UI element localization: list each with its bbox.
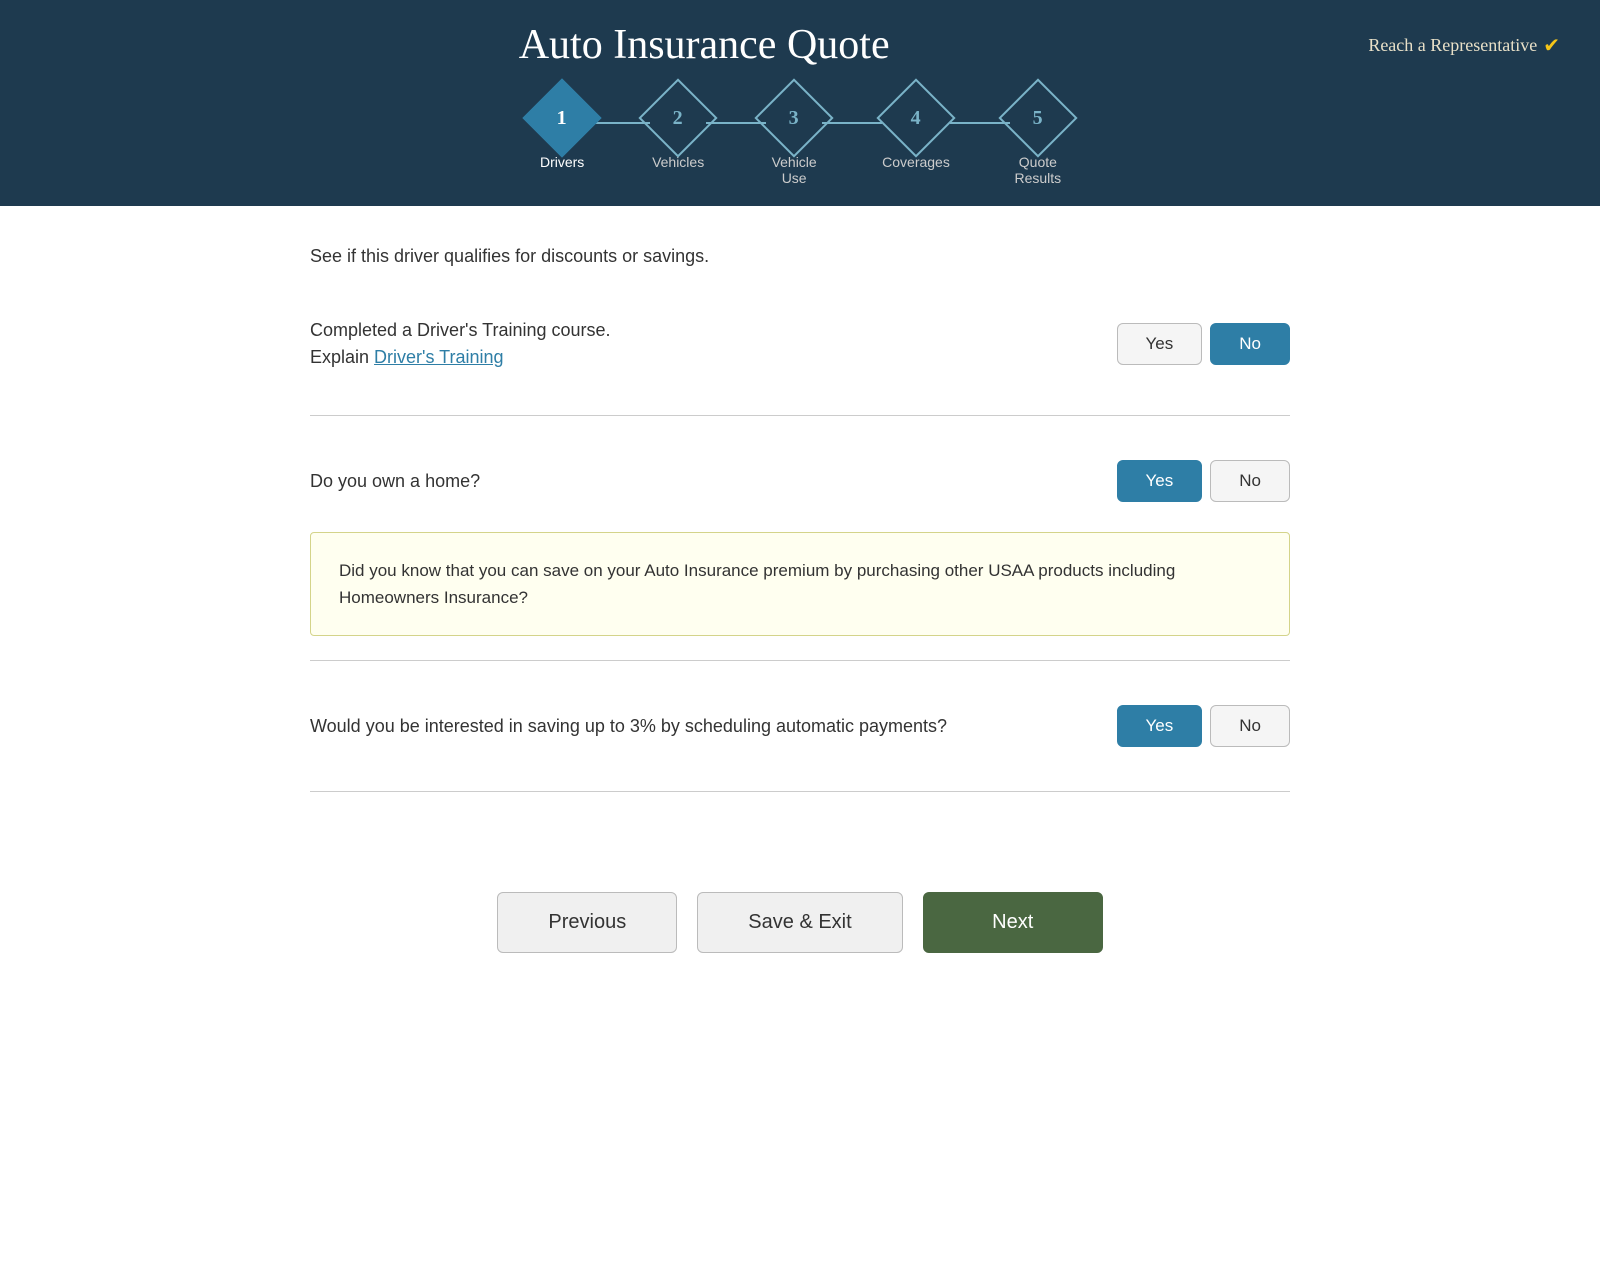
- divider-1: [310, 415, 1290, 416]
- reach-rep-label: Reach a Representative: [1368, 35, 1537, 56]
- question-auto-payments: Would you be interested in saving up to …: [310, 685, 1290, 767]
- btn-group-auto-payments: Yes No: [1117, 705, 1290, 747]
- page-title: Auto Insurance Quote: [40, 21, 1368, 69]
- step-3[interactable]: 3 VehicleUse: [766, 90, 822, 186]
- intro-text: See if this driver qualifies for discoun…: [310, 246, 1290, 267]
- question-text-own-home: Do you own a home?: [310, 468, 1087, 495]
- main-content: See if this driver qualifies for discoun…: [250, 246, 1350, 1013]
- question-own-home: Do you own a home? Yes No: [310, 440, 1290, 522]
- btn-group-own-home: Yes No: [1117, 460, 1290, 502]
- step-5[interactable]: 5 QuoteResults: [1010, 90, 1066, 186]
- step-connector-4: [950, 122, 1010, 124]
- save-exit-button[interactable]: Save & Exit: [697, 892, 902, 953]
- checkmark-icon: ✔: [1543, 33, 1560, 58]
- drivers-training-link[interactable]: Driver's Training: [374, 347, 503, 367]
- step-connector-2: [706, 122, 766, 124]
- drivers-training-yes-button[interactable]: Yes: [1117, 323, 1203, 365]
- steps-bar: 1 Drivers 2 Vehicles 3 VehicleUse 4 Cove…: [0, 90, 1600, 206]
- explain-prefix: Explain: [310, 347, 374, 367]
- step-5-label: QuoteResults: [1015, 154, 1062, 186]
- question-text-auto-payments: Would you be interested in saving up to …: [310, 713, 1087, 740]
- own-home-no-button[interactable]: No: [1210, 460, 1290, 502]
- auto-payments-yes-button[interactable]: Yes: [1117, 705, 1203, 747]
- bottom-nav: Previous Save & Exit Next: [310, 852, 1290, 1013]
- question-text-drivers-training: Completed a Driver's Training course. Ex…: [310, 317, 1087, 371]
- info-box: Did you know that you can save on your A…: [310, 532, 1290, 636]
- divider-3: [310, 791, 1290, 792]
- step-connector-3: [822, 122, 882, 124]
- drivers-training-no-button[interactable]: No: [1210, 323, 1290, 365]
- divider-2: [310, 660, 1290, 661]
- step-connector-1: [590, 122, 650, 124]
- auto-payments-no-button[interactable]: No: [1210, 705, 1290, 747]
- header: Auto Insurance Quote Reach a Representat…: [0, 0, 1600, 90]
- step-2[interactable]: 2 Vehicles: [650, 90, 706, 170]
- own-home-yes-button[interactable]: Yes: [1117, 460, 1203, 502]
- step-1[interactable]: 1 Drivers: [534, 90, 590, 170]
- question-drivers-training: Completed a Driver's Training course. Ex…: [310, 297, 1290, 391]
- step-3-label: VehicleUse: [772, 154, 817, 186]
- reach-representative[interactable]: Reach a Representative ✔: [1368, 33, 1560, 58]
- step-4[interactable]: 4 Coverages: [882, 90, 950, 170]
- next-button[interactable]: Next: [923, 892, 1103, 953]
- previous-button[interactable]: Previous: [497, 892, 677, 953]
- btn-group-drivers-training: Yes No: [1117, 323, 1290, 365]
